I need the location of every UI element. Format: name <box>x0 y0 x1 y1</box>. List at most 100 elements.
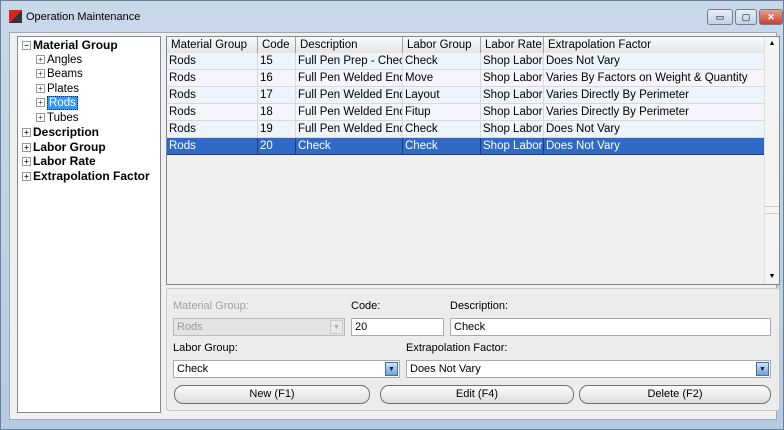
labor-group-value: Check <box>177 363 209 375</box>
tree-node-beams[interactable]: + Beams <box>18 67 160 82</box>
labor-group-select[interactable]: Check ▼ <box>173 360 400 378</box>
table-cell: Shop Labor <box>481 138 544 155</box>
table-cell: Rods <box>167 53 258 70</box>
expand-icon[interactable]: + <box>22 128 31 138</box>
extrapolation-factor-value: Does Not Vary <box>410 363 481 375</box>
tree-node-material-group[interactable]: − Material Group <box>18 38 160 53</box>
tree-node-label: Plates <box>47 82 79 95</box>
table-cell: Rods <box>167 104 258 121</box>
dropdown-arrow-icon: ▼ <box>330 320 343 334</box>
table-cell: Check <box>403 53 481 70</box>
tree-node-rods[interactable]: + Rods <box>18 96 160 111</box>
tree-node-label: Extrapolation Factor <box>33 168 150 183</box>
column-header-code[interactable]: Code <box>258 37 296 54</box>
close-button[interactable]: ✕ <box>759 9 783 25</box>
tree-node-plates[interactable]: + Plates <box>18 82 160 97</box>
table-cell: Shop Labor <box>481 121 544 138</box>
tree-node-label: Beams <box>47 68 83 80</box>
table-cell: Full Pen Welded End - Check <box>296 121 403 138</box>
table-cell: 20 <box>258 138 296 155</box>
table-cell: Rods <box>167 87 258 104</box>
expand-icon[interactable]: + <box>36 54 45 64</box>
table-cell: Varies Directly By Perimeter <box>544 104 765 121</box>
expand-icon[interactable]: + <box>22 142 31 152</box>
table-cell: Full Pen Welded End - Layout <box>296 87 403 104</box>
table-cell: Check <box>403 121 481 138</box>
column-header-labor-group[interactable]: Labor Group <box>403 37 481 54</box>
description-label: Description: <box>450 300 509 312</box>
edit-panel: Material Group: Rods ▼ Code: 20 Descripti… <box>166 288 780 411</box>
tree-node-label: Description <box>33 125 100 139</box>
grid-header: Material Group▲ Code Description Labor G… <box>167 37 765 54</box>
minimize-button[interactable]: ▭ <box>707 9 733 25</box>
column-header-material-group[interactable]: Material Group▲ <box>167 37 258 54</box>
table-cell: Rods <box>167 121 258 138</box>
table-cell: Shop Labor <box>481 70 544 87</box>
delete-button[interactable]: Delete (F2) <box>579 385 771 404</box>
table-cell: Fitup <box>403 104 481 121</box>
expand-icon[interactable]: + <box>36 83 45 93</box>
scroll-down-icon[interactable]: ▼ <box>765 270 779 284</box>
table-cell: Does Not Vary <box>544 138 765 155</box>
table-cell: Check <box>296 138 403 155</box>
edit-button[interactable]: Edit (F4) <box>380 385 574 404</box>
table-row[interactable]: Rods 15 Full Pen Prep - Check Check Shop Lab… <box>167 53 765 70</box>
code-input[interactable]: 20 <box>351 318 444 336</box>
material-group-value: Rods <box>177 321 203 333</box>
material-group-label: Material Group: <box>173 300 249 312</box>
table-cell: Full Pen Welded End - Fitup <box>296 104 403 121</box>
table-row[interactable]: Rods17Full Pen Welded End - LayoutLayout… <box>167 87 765 104</box>
new-button[interactable]: New (F1) <box>174 385 370 404</box>
table-row[interactable]: Rods16Full Pen Welded End - MoveMoveShop… <box>167 70 765 87</box>
tree-node-label: Labor Rate <box>33 154 96 168</box>
tree-node-labor-group[interactable]: + Labor Group <box>18 140 160 155</box>
table-cell: Shop Labor <box>481 104 544 121</box>
scroll-thumb[interactable] <box>765 206 779 214</box>
table-cell: Does Not Vary <box>544 53 765 70</box>
expand-icon[interactable]: + <box>36 112 45 122</box>
tree-node-tubes[interactable]: + Tubes <box>18 111 160 126</box>
dropdown-arrow-icon[interactable]: ▼ <box>385 362 398 376</box>
expand-icon[interactable]: + <box>36 98 45 108</box>
tree-node-label: Material Group <box>33 38 118 52</box>
tree-node-label: Labor Group <box>33 139 106 154</box>
description-input[interactable]: Check <box>450 318 771 336</box>
table-cell: 17 <box>258 87 296 104</box>
tree-node-description[interactable]: + Description <box>18 125 160 140</box>
table-cell: Move <box>403 70 481 87</box>
maximize-button[interactable]: ▢ <box>735 9 757 25</box>
material-group-select: Rods ▼ <box>173 318 345 336</box>
expand-icon[interactable]: + <box>22 157 31 167</box>
table-cell: 19 <box>258 121 296 138</box>
expand-icon[interactable]: + <box>22 171 31 181</box>
table-row[interactable]: Rods19Full Pen Welded End - CheckCheckSh… <box>167 121 765 138</box>
vertical-scrollbar[interactable]: ▲ ▼ <box>764 37 779 284</box>
table-cell: Varies By Factors on Weight & Quantity <box>544 70 765 87</box>
table-row[interactable]: Rods18Full Pen Welded End - FitupFitupSh… <box>167 104 765 121</box>
tree-node-extrapolation-factor[interactable]: + Extrapolation Factor <box>18 169 160 184</box>
table-row-selected[interactable]: Rods 20 Check Check Shop Labor Does Not Vary <box>167 138 765 155</box>
collapse-icon[interactable]: − <box>22 41 31 51</box>
table-cell: Rods <box>167 70 258 87</box>
tree-node-label: Tubes <box>47 111 79 124</box>
dropdown-arrow-icon[interactable]: ▼ <box>756 362 769 376</box>
labor-group-label: Labor Group: <box>173 342 238 354</box>
column-header-extrapolation-factor[interactable]: Extrapolation Factor <box>544 37 765 54</box>
extrapolation-factor-select[interactable]: Does Not Vary ▼ <box>406 360 771 378</box>
table-cell: Shop Labor <box>481 53 544 70</box>
column-header-description[interactable]: Description <box>296 37 403 54</box>
table-cell: 16 <box>258 70 296 87</box>
operations-grid: Material Group▲ Code Description Labor G… <box>166 36 780 285</box>
table-cell: Does Not Vary <box>544 121 765 138</box>
expand-icon[interactable]: + <box>36 69 45 79</box>
column-header-labor-rate[interactable]: Labor Rate <box>481 37 544 54</box>
window-title: Operation Maintenance <box>26 11 141 23</box>
table-cell: Rods <box>167 138 258 155</box>
tree-node-angles[interactable]: + Angles <box>18 53 160 68</box>
table-cell: Layout <box>403 87 481 104</box>
scroll-up-icon[interactable]: ▲ <box>765 37 779 51</box>
tree-node-labor-rate[interactable]: + Labor Rate <box>18 154 160 169</box>
table-cell: Shop Labor <box>481 87 544 104</box>
table-cell: Full Pen Prep - Check <box>296 53 403 70</box>
tree-node-label: Angles <box>47 53 83 66</box>
